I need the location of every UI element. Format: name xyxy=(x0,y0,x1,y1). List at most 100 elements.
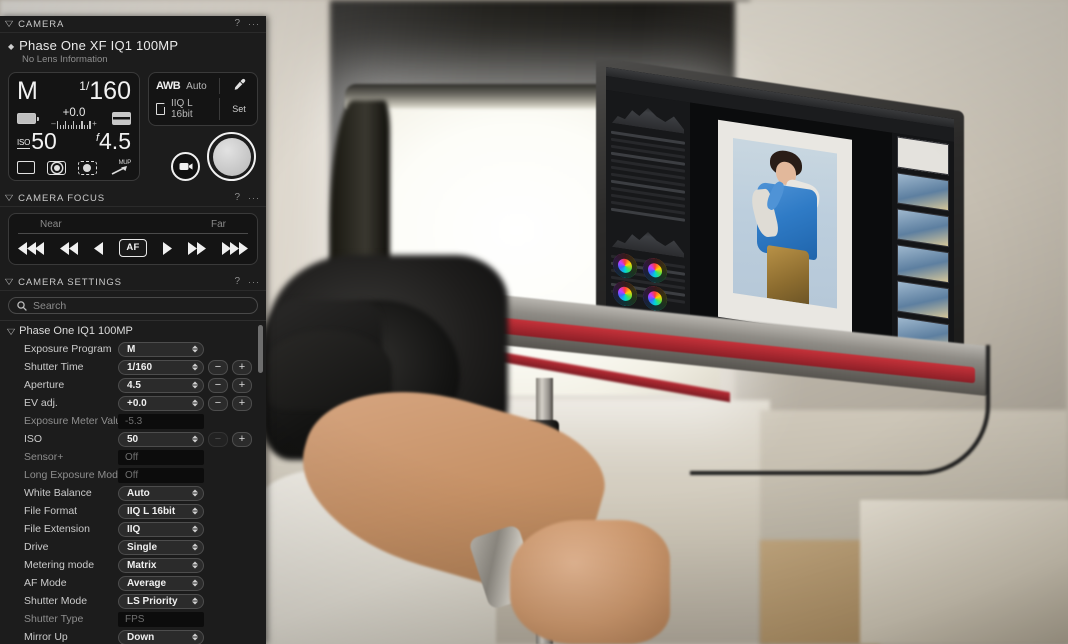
eyedropper-icon[interactable] xyxy=(226,78,252,94)
settings-row-value: IIQ L 16bit xyxy=(127,505,176,517)
lcd-iso[interactable]: ISO 50 xyxy=(17,130,57,153)
settings-row: Shutter Mode LS Priority xyxy=(0,592,266,610)
settings-row-increment-button[interactable]: + xyxy=(232,395,252,411)
settings-row-decrement-button[interactable]: − xyxy=(208,377,228,393)
white-balance-row[interactable]: AWB Auto xyxy=(156,78,252,94)
more-options-icon[interactable]: ··· xyxy=(248,277,260,287)
settings-group-header[interactable]: ▽ Phase One IQ1 100MP xyxy=(0,321,266,340)
settings-row-select[interactable]: Average xyxy=(118,575,204,591)
chevron-updown-icon[interactable] xyxy=(192,345,198,353)
focus-far-medium-button[interactable] xyxy=(188,241,207,255)
af-point-icon[interactable] xyxy=(78,160,97,175)
chevron-updown-icon[interactable] xyxy=(192,363,198,371)
settings-row-readonly-value: Off xyxy=(118,467,204,483)
focus-far-large-button[interactable] xyxy=(221,241,248,255)
mirror-up-icon[interactable]: MUP xyxy=(109,160,131,175)
search-input[interactable]: Search xyxy=(8,297,258,314)
camera-settings-tool-header[interactable]: ▽ CAMERA SETTINGS ? ··· xyxy=(0,274,266,291)
help-icon[interactable]: ? xyxy=(234,19,240,29)
settings-row: Long Exposure Mode Off xyxy=(0,466,266,484)
settings-row-select[interactable]: 1/160 xyxy=(118,359,204,375)
settings-row-select[interactable]: IIQ xyxy=(118,521,204,537)
search-icon xyxy=(17,300,27,311)
settings-row-decrement-button[interactable]: − xyxy=(208,359,228,375)
settings-row-decrement-button[interactable]: − xyxy=(208,395,228,411)
lcd-shutter-speed[interactable]: 1/160 xyxy=(79,79,131,104)
chevron-updown-icon[interactable] xyxy=(192,525,198,533)
focus-near-large-button[interactable] xyxy=(18,241,44,255)
collapse-chevron-icon[interactable]: ▽ xyxy=(5,278,13,286)
divider xyxy=(219,98,220,120)
lcd-exposure-compensation[interactable]: +0.0 – + xyxy=(36,107,112,129)
file-format-row[interactable]: IIQ L 16bit Set xyxy=(156,98,252,120)
video-capture-button[interactable] xyxy=(171,152,200,181)
settings-row-label: Shutter Mode xyxy=(24,595,88,607)
collapse-chevron-icon[interactable]: ▽ xyxy=(5,194,13,202)
chevron-updown-icon[interactable] xyxy=(192,435,198,443)
focus-far-small-button[interactable] xyxy=(162,241,173,255)
autofocus-button[interactable]: AF xyxy=(118,239,147,257)
chevron-updown-icon[interactable] xyxy=(192,489,198,497)
settings-row: Exposure Program M xyxy=(0,340,266,358)
settings-scrollbar[interactable] xyxy=(258,325,263,644)
image-frame-icon[interactable] xyxy=(17,161,35,174)
screenshot-root: ▽ CAMERA ? ··· ◆ Phase One XF IQ1 100MP … xyxy=(0,0,1068,644)
help-icon[interactable]: ? xyxy=(234,193,240,203)
settings-row-label: AF Mode xyxy=(24,577,67,589)
focus-near-medium-button[interactable] xyxy=(59,241,78,255)
camera-tool-header[interactable]: ▽ CAMERA ? ··· xyxy=(0,16,266,33)
chevron-updown-icon[interactable] xyxy=(192,633,198,641)
chevron-updown-icon[interactable] xyxy=(192,543,198,551)
settings-row-select[interactable]: LS Priority xyxy=(118,593,204,609)
focus-track[interactable] xyxy=(18,233,248,234)
settings-row-select[interactable]: Single xyxy=(118,539,204,555)
chevron-updown-icon[interactable] xyxy=(192,381,198,389)
settings-row-value: 4.5 xyxy=(127,379,141,391)
settings-row-label: Long Exposure Mode xyxy=(24,469,118,481)
chevron-updown-icon[interactable] xyxy=(192,579,198,587)
chevron-updown-icon[interactable] xyxy=(192,507,198,515)
camera-settings-list: ▽ Phase One IQ1 100MP Exposure Program M S… xyxy=(0,321,266,644)
settings-row-select[interactable]: M xyxy=(118,341,204,357)
settings-group-label: Phase One IQ1 100MP xyxy=(19,325,133,337)
settings-row-select[interactable]: +0.0 xyxy=(118,395,204,411)
group-collapse-chevron-icon[interactable]: ▽ xyxy=(7,327,15,336)
settings-row-label: ISO xyxy=(24,433,43,445)
settings-row-value: Single xyxy=(127,541,158,553)
settings-row-label: File Format xyxy=(24,505,78,517)
chevron-updown-icon[interactable] xyxy=(192,597,198,605)
camera-model-name: Phase One XF IQ1 100MP xyxy=(19,38,179,53)
chevron-updown-icon[interactable] xyxy=(192,399,198,407)
lcd-exposure-mode[interactable]: M xyxy=(17,79,38,104)
settings-row-select[interactable]: Matrix xyxy=(118,557,204,573)
divider xyxy=(219,78,220,94)
settings-scrollbar-thumb[interactable] xyxy=(258,325,263,373)
shutter-release-button[interactable] xyxy=(207,132,256,181)
more-options-icon[interactable]: ··· xyxy=(248,19,260,29)
camera-settings-tool-title: CAMERA SETTINGS xyxy=(18,276,122,288)
camera-select-diamond-icon[interactable]: ◆ xyxy=(8,43,14,51)
settings-row-select[interactable]: Auto xyxy=(118,485,204,501)
camera-focus-tool-header[interactable]: ▽ CAMERA FOCUS ? ··· xyxy=(0,190,266,207)
settings-row-decrement-button[interactable]: − xyxy=(208,431,228,447)
settings-row: EV adj. +0.0 − + xyxy=(0,394,266,412)
help-icon[interactable]: ? xyxy=(234,277,240,287)
white-balance-file-box: AWB Auto IIQ L 16bit Set xyxy=(148,72,258,126)
settings-row-select[interactable]: IIQ L 16bit xyxy=(118,503,204,519)
lcd-aperture[interactable]: f4.5 xyxy=(96,130,131,153)
settings-row-select[interactable]: 4.5 xyxy=(118,377,204,393)
settings-row-select[interactable]: 50 xyxy=(118,431,204,447)
camera-settings-body: Search ▽ Phase One IQ1 100MP Exposure Pr… xyxy=(0,291,266,644)
settings-row-increment-button[interactable]: + xyxy=(232,431,252,447)
set-button[interactable]: Set xyxy=(226,104,252,114)
settings-row-select[interactable]: Down xyxy=(118,629,204,644)
collapse-chevron-icon[interactable]: ▽ xyxy=(5,20,13,28)
lcd-iso-label: ISO xyxy=(17,138,31,149)
settings-row-increment-button[interactable]: + xyxy=(232,359,252,375)
camera-model-row[interactable]: ◆ Phase One XF IQ1 100MP xyxy=(8,38,258,53)
settings-row-increment-button[interactable]: + xyxy=(232,377,252,393)
focus-near-small-button[interactable] xyxy=(93,241,104,255)
chevron-updown-icon[interactable] xyxy=(192,561,198,569)
more-options-icon[interactable]: ··· xyxy=(248,193,260,203)
metering-mode-icon[interactable] xyxy=(47,160,66,175)
